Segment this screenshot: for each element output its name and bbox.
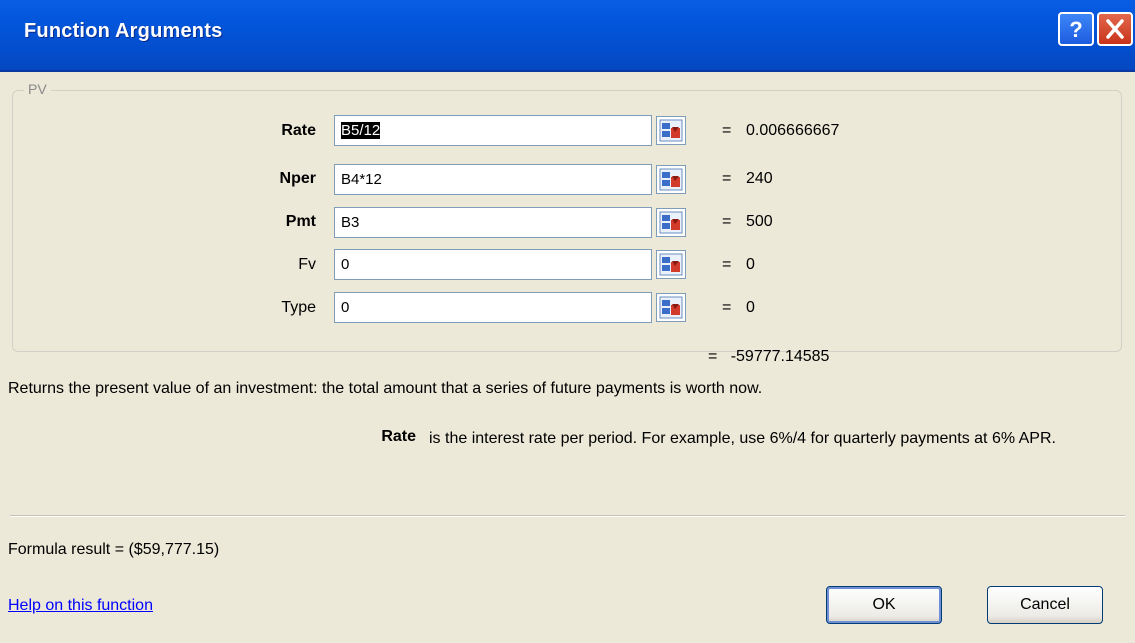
collapse-dialog-icon <box>659 211 683 234</box>
parameter-help-text: is the interest rate per period. For exa… <box>429 430 1056 447</box>
nper-input[interactable]: B4*12 <box>334 164 652 195</box>
pmt-equals: = <box>722 213 732 230</box>
function-result-value: -59777.14585 <box>730 348 830 365</box>
collapse-dialog-icon <box>659 296 683 319</box>
fv-input-value: 0 <box>341 256 350 273</box>
separator <box>10 515 1125 517</box>
cancel-button[interactable]: Cancel <box>987 586 1103 624</box>
rate-equals: = <box>722 122 732 139</box>
function-name-legend: PV <box>24 81 51 97</box>
close-icon <box>1106 19 1124 39</box>
rate-label: Rate <box>281 122 316 139</box>
formula-result: Formula result = ($59,777.15) <box>8 541 220 558</box>
pmt-collapse-button[interactable] <box>656 208 686 237</box>
window-title: Function Arguments <box>24 20 223 42</box>
svg-text:?: ? <box>1069 17 1082 42</box>
pmt-label: Pmt <box>285 213 316 230</box>
fv-label: Fv <box>298 256 316 273</box>
rate-collapse-button[interactable] <box>656 116 686 145</box>
help-on-this-function-link[interactable]: Help on this function <box>8 597 153 615</box>
pmt-result: 500 <box>746 213 773 230</box>
type-equals: = <box>722 299 732 316</box>
function-description: Returns the present value of an investme… <box>8 380 763 397</box>
type-input-value: 0 <box>341 299 350 316</box>
type-collapse-button[interactable] <box>656 293 686 322</box>
close-button[interactable] <box>1097 12 1133 46</box>
dialog-body: PV Rate B5/12 = 0.006666667 Nper B4*12 =… <box>0 72 1135 643</box>
nper-collapse-button[interactable] <box>656 165 686 194</box>
help-button[interactable]: ? <box>1058 12 1094 46</box>
fv-result: 0 <box>746 256 755 273</box>
nper-equals: = <box>722 170 732 187</box>
pmt-input-value: B3 <box>341 214 360 231</box>
parameter-help-name: Rate <box>381 428 416 445</box>
pmt-input[interactable]: B3 <box>334 207 652 238</box>
type-result: 0 <box>746 299 755 316</box>
type-input[interactable]: 0 <box>334 292 652 323</box>
rate-result: 0.006666667 <box>746 122 840 139</box>
rate-input-value: B5/12 <box>341 122 381 139</box>
fv-collapse-button[interactable] <box>656 250 686 279</box>
nper-label: Nper <box>279 170 316 187</box>
fv-input[interactable]: 0 <box>334 249 652 280</box>
nper-result: 240 <box>746 170 773 187</box>
function-result: = -59777.14585 <box>708 348 829 366</box>
fv-equals: = <box>722 256 732 273</box>
collapse-dialog-icon <box>659 168 683 191</box>
collapse-dialog-icon <box>659 119 683 142</box>
nper-input-value: B4*12 <box>341 171 382 188</box>
title-bar[interactable]: Function Arguments ? <box>0 0 1135 72</box>
rate-input[interactable]: B5/12 <box>334 115 652 146</box>
ok-button[interactable]: OK <box>826 586 942 624</box>
function-result-equals: = <box>708 348 718 365</box>
collapse-dialog-icon <box>659 253 683 276</box>
type-label: Type <box>281 299 316 316</box>
help-icon: ? <box>1069 17 1082 42</box>
